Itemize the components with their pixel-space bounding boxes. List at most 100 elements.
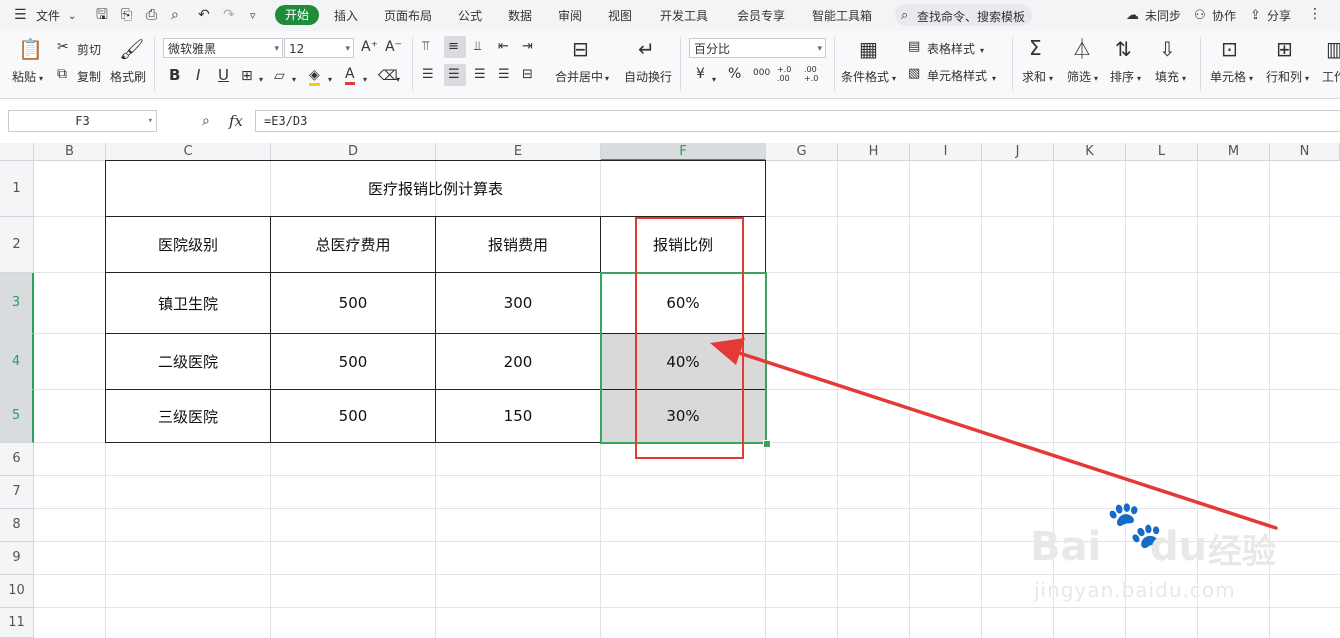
increase-decimal-button[interactable]: +.0 .00	[777, 65, 797, 83]
row-col-button[interactable]: 行和列	[1266, 68, 1302, 85]
filter-button[interactable]: 筛选	[1067, 68, 1091, 85]
row-header-6[interactable]: 6	[0, 443, 34, 476]
row-header-7[interactable]: 7	[0, 476, 34, 509]
align-left-icon[interactable]: ☰	[422, 67, 434, 83]
row-header-1[interactable]: 1	[0, 161, 34, 217]
share-icon[interactable]: ⇪	[1250, 8, 1261, 24]
tab-insert[interactable]: 插入	[334, 7, 358, 24]
align-right-icon[interactable]: ☰	[474, 67, 486, 83]
more-icon[interactable]: ⋮	[1308, 6, 1322, 22]
undo-icon[interactable]: ↶	[198, 7, 210, 23]
select-all-corner[interactable]	[0, 143, 34, 161]
header-total-cost[interactable]: 总医疗费用	[270, 216, 436, 273]
row-header-10[interactable]: 10	[0, 575, 34, 608]
row-header-5[interactable]: 5	[0, 390, 34, 443]
distribute-icon[interactable]: ⊟	[522, 67, 533, 83]
bold-button[interactable]: B	[169, 66, 180, 84]
currency-button[interactable]: ¥	[696, 66, 705, 82]
justify-icon[interactable]: ☰	[498, 67, 510, 83]
conditional-format-button[interactable]: 条件格式	[841, 68, 889, 85]
chevron-down-icon[interactable]: ▾	[605, 71, 609, 87]
col-header-h[interactable]: H	[838, 143, 910, 161]
table-cell[interactable]: 三级医院	[105, 389, 271, 443]
number-format-select[interactable]: 百分比 ▾	[689, 38, 826, 58]
indent-icon[interactable]: ⇥	[522, 39, 533, 55]
chevron-down-icon[interactable]: ▾	[1249, 71, 1253, 87]
sum-button[interactable]: 求和	[1022, 68, 1046, 85]
col-header-j[interactable]: J	[982, 143, 1054, 161]
merge-center-button[interactable]: 合并居中	[555, 68, 603, 85]
chevron-down-icon[interactable]: ▾	[396, 72, 400, 88]
conditional-format-icon[interactable]: ▦	[859, 39, 878, 59]
worksheet-button[interactable]: 工作	[1322, 68, 1340, 85]
header-reimbursed[interactable]: 报销费用	[435, 216, 601, 273]
tab-view[interactable]: 视图	[608, 7, 632, 24]
align-center-icon[interactable]: ☰	[448, 67, 460, 83]
chevron-down-icon[interactable]: ▾	[1049, 71, 1053, 87]
chevron-down-icon[interactable]: ▾	[980, 43, 984, 59]
col-header-f[interactable]: F	[601, 143, 766, 161]
paste-icon[interactable]: 📋	[18, 39, 43, 59]
sum-icon[interactable]: Σ	[1029, 38, 1042, 58]
table-cell[interactable]: 500	[270, 272, 436, 334]
row-header-8[interactable]: 8	[0, 509, 34, 542]
chevron-down-icon[interactable]: ▾	[1094, 71, 1098, 87]
copy-icon[interactable]: ⧉	[57, 66, 67, 82]
font-grow-icon[interactable]: A⁺	[361, 39, 378, 55]
underline-button[interactable]: U	[218, 66, 229, 84]
col-header-m[interactable]: M	[1198, 143, 1270, 161]
redo-icon[interactable]: ↷	[223, 7, 235, 23]
table-cell[interactable]: 200	[435, 333, 601, 390]
chevron-down-icon[interactable]: ▾	[292, 72, 296, 88]
row-header-2[interactable]: 2	[0, 217, 34, 273]
fill-handle[interactable]	[763, 440, 771, 448]
row-header-4[interactable]: 4	[0, 334, 34, 390]
row-header-3[interactable]: 3	[0, 273, 34, 334]
print-icon[interactable]: ⎙	[146, 7, 157, 23]
export-icon[interactable]: ⎘	[121, 7, 132, 23]
filter-icon[interactable]: ⏃	[1072, 39, 1092, 59]
formula-input[interactable]: =E3/D3	[255, 110, 1340, 132]
collab-icon[interactable]: ⚇	[1194, 8, 1206, 24]
col-header-i[interactable]: I	[910, 143, 982, 161]
sort-button[interactable]: 排序	[1110, 68, 1134, 85]
copy-button[interactable]: 复制	[77, 68, 101, 85]
chevron-down-icon[interactable]: ▾	[712, 72, 716, 88]
align-bottom-icon[interactable]: ⫫	[474, 39, 481, 55]
decrease-decimal-button[interactable]: .00 +.0	[804, 65, 824, 83]
col-header-b[interactable]: B	[34, 143, 106, 161]
table-cell[interactable]: 二级医院	[105, 333, 271, 390]
percent-button[interactable]: %	[728, 66, 741, 82]
chevron-down-icon[interactable]: ▾	[1182, 71, 1186, 87]
wrap-text-icon[interactable]: ↵	[638, 39, 655, 59]
merge-center-icon[interactable]: ⊟	[572, 39, 589, 59]
tab-data[interactable]: 数据	[508, 7, 532, 24]
fill-color-icon[interactable]: ◈	[309, 67, 320, 86]
wrap-text-button[interactable]: 自动换行	[624, 68, 672, 85]
col-header-g[interactable]: G	[766, 143, 838, 161]
header-hospital-level[interactable]: 医院级别	[105, 216, 271, 273]
print-preview-icon[interactable]: ⌕	[171, 7, 179, 23]
row-col-icon[interactable]: ⊞	[1276, 39, 1293, 59]
paste-button[interactable]: 粘贴	[12, 68, 36, 85]
worksheet-icon[interactable]: ▥	[1326, 39, 1340, 59]
col-header-l[interactable]: L	[1126, 143, 1198, 161]
col-header-d[interactable]: D	[271, 143, 436, 161]
borders-icon[interactable]: ⊞	[241, 68, 253, 84]
tab-formulas[interactable]: 公式	[458, 7, 482, 24]
row-header-11[interactable]: 11	[0, 608, 34, 638]
zoom-icon[interactable]: ⌕	[202, 113, 210, 129]
font-shrink-icon[interactable]: A⁻	[385, 39, 402, 55]
fill-icon[interactable]: ⇩	[1159, 39, 1176, 59]
format-painter-icon[interactable]: 🖌	[119, 39, 144, 59]
cut-icon[interactable]: ✂	[57, 39, 69, 55]
fx-icon[interactable]: fx	[229, 112, 243, 130]
save-icon[interactable]: 🖫	[96, 7, 108, 23]
row-header-9[interactable]: 9	[0, 542, 34, 575]
table-title[interactable]: 医疗报销比例计算表	[105, 160, 766, 217]
tab-review[interactable]: 审阅	[558, 7, 582, 24]
col-header-k[interactable]: K	[1054, 143, 1126, 161]
font-size-select[interactable]: 12 ▾	[284, 38, 354, 58]
tab-page-layout[interactable]: 页面布局	[384, 7, 432, 24]
col-header-c[interactable]: C	[106, 143, 271, 161]
